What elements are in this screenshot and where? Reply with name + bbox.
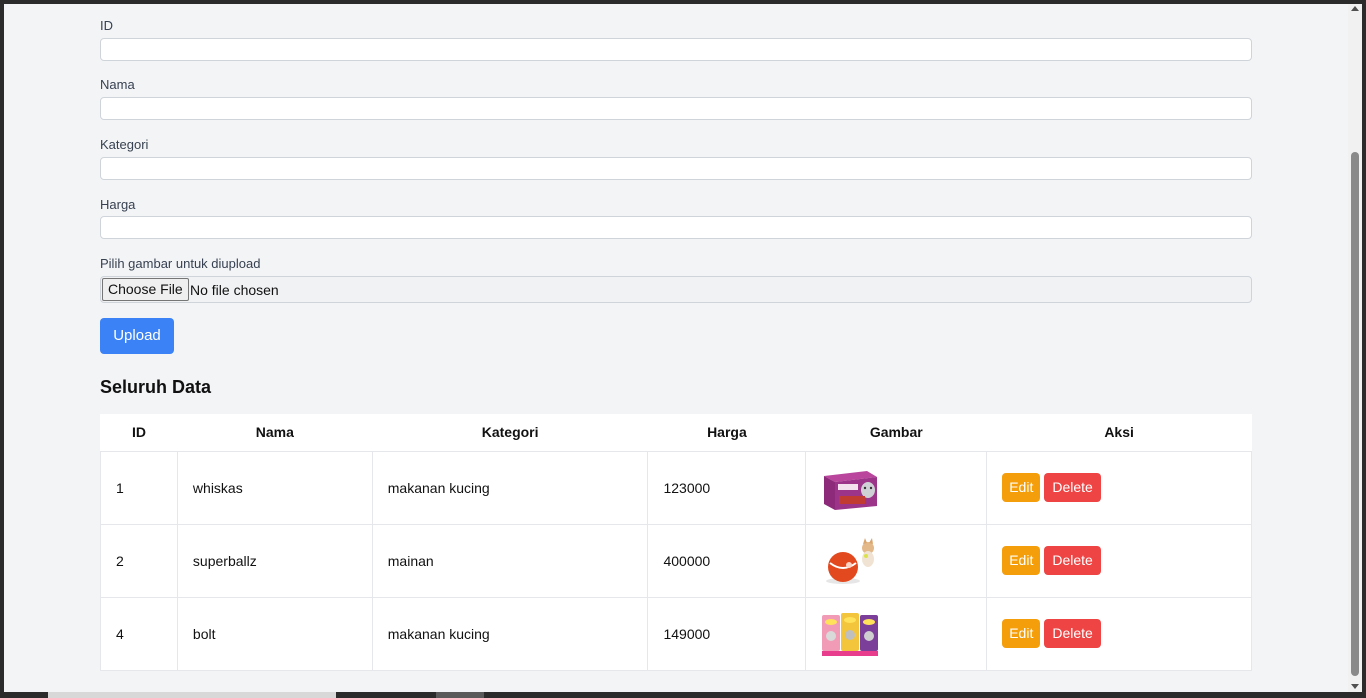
table-row: 2 superballz mainan 400000 Edit Delete [100,523,1252,598]
header-harga: Harga [647,414,806,452]
scroll-up-arrow-icon[interactable] [1351,6,1359,11]
file-status: No file chosen [190,282,279,298]
delete-button[interactable]: Delete [1044,473,1101,502]
edit-button[interactable]: Edit [1002,546,1041,575]
data-table: ID Nama Kategori Harga Gambar Aksi 1 whi… [100,414,1252,671]
cell-aksi: Edit Delete [986,596,1252,671]
choose-file-button[interactable]: Choose File [102,278,189,301]
table-row: 1 whiskas makanan kucing 123000 Edit Del… [100,450,1252,525]
cell-nama: whiskas [176,450,373,525]
cell-harga: 400000 [647,523,807,598]
id-input[interactable] [100,38,1252,61]
id-label: ID [100,18,113,33]
cell-harga: 149000 [647,596,807,671]
header-aksi: Aksi [986,414,1252,452]
cell-gambar [805,596,988,671]
cell-aksi: Edit Delete [986,450,1252,525]
nama-input[interactable] [100,97,1252,120]
cell-id: 2 [100,523,178,598]
header-kategori: Kategori [372,414,648,452]
cell-aksi: Edit Delete [986,523,1252,598]
cell-id: 1 [100,450,178,525]
taskbar-item[interactable] [436,692,484,698]
taskbar-item[interactable] [48,692,336,698]
harga-input[interactable] [100,216,1252,239]
scroll-thumb[interactable] [1351,152,1359,676]
file-input[interactable]: Choose File No file chosen [100,276,1252,303]
harga-label: Harga [100,197,136,212]
cell-nama: bolt [176,596,373,671]
kategori-label: Kategori [100,137,149,152]
cell-kategori: makanan kucing [371,450,649,525]
scroll-down-arrow-icon[interactable] [1351,684,1359,689]
file-label: Pilih gambar untuk diupload [100,256,261,271]
whiskas-product-image [824,470,878,510]
table-header-row: ID Nama Kategori Harga Gambar Aksi [100,414,1252,452]
delete-button[interactable]: Delete [1044,619,1101,648]
cell-kategori: makanan kucing [371,596,649,671]
section-title: Seluruh Data [100,377,212,397]
cell-kategori: mainan [371,523,649,598]
vertical-scrollbar[interactable] [1348,4,1362,692]
header-nama: Nama [177,414,373,452]
nama-label: Nama [100,77,135,92]
header-id: ID [100,414,178,452]
cell-id: 4 [100,596,178,671]
cell-nama: superballz [176,523,373,598]
edit-button[interactable]: Edit [1002,619,1041,648]
page-viewport: ID Nama Kategori Harga Pilih gambar untu… [4,4,1348,692]
delete-button[interactable]: Delete [1044,546,1101,575]
cell-gambar [805,450,988,525]
header-gambar: Gambar [805,414,987,452]
table-row: 4 bolt makanan kucing 149000 Edit Delete [100,596,1252,671]
cell-harga: 123000 [647,450,807,525]
kategori-input[interactable] [100,157,1252,180]
cell-gambar [805,523,988,598]
superballz-product-image [826,537,875,584]
upload-button[interactable]: Upload [100,318,174,354]
bolt-product-image [822,612,879,656]
edit-button[interactable]: Edit [1002,473,1041,502]
